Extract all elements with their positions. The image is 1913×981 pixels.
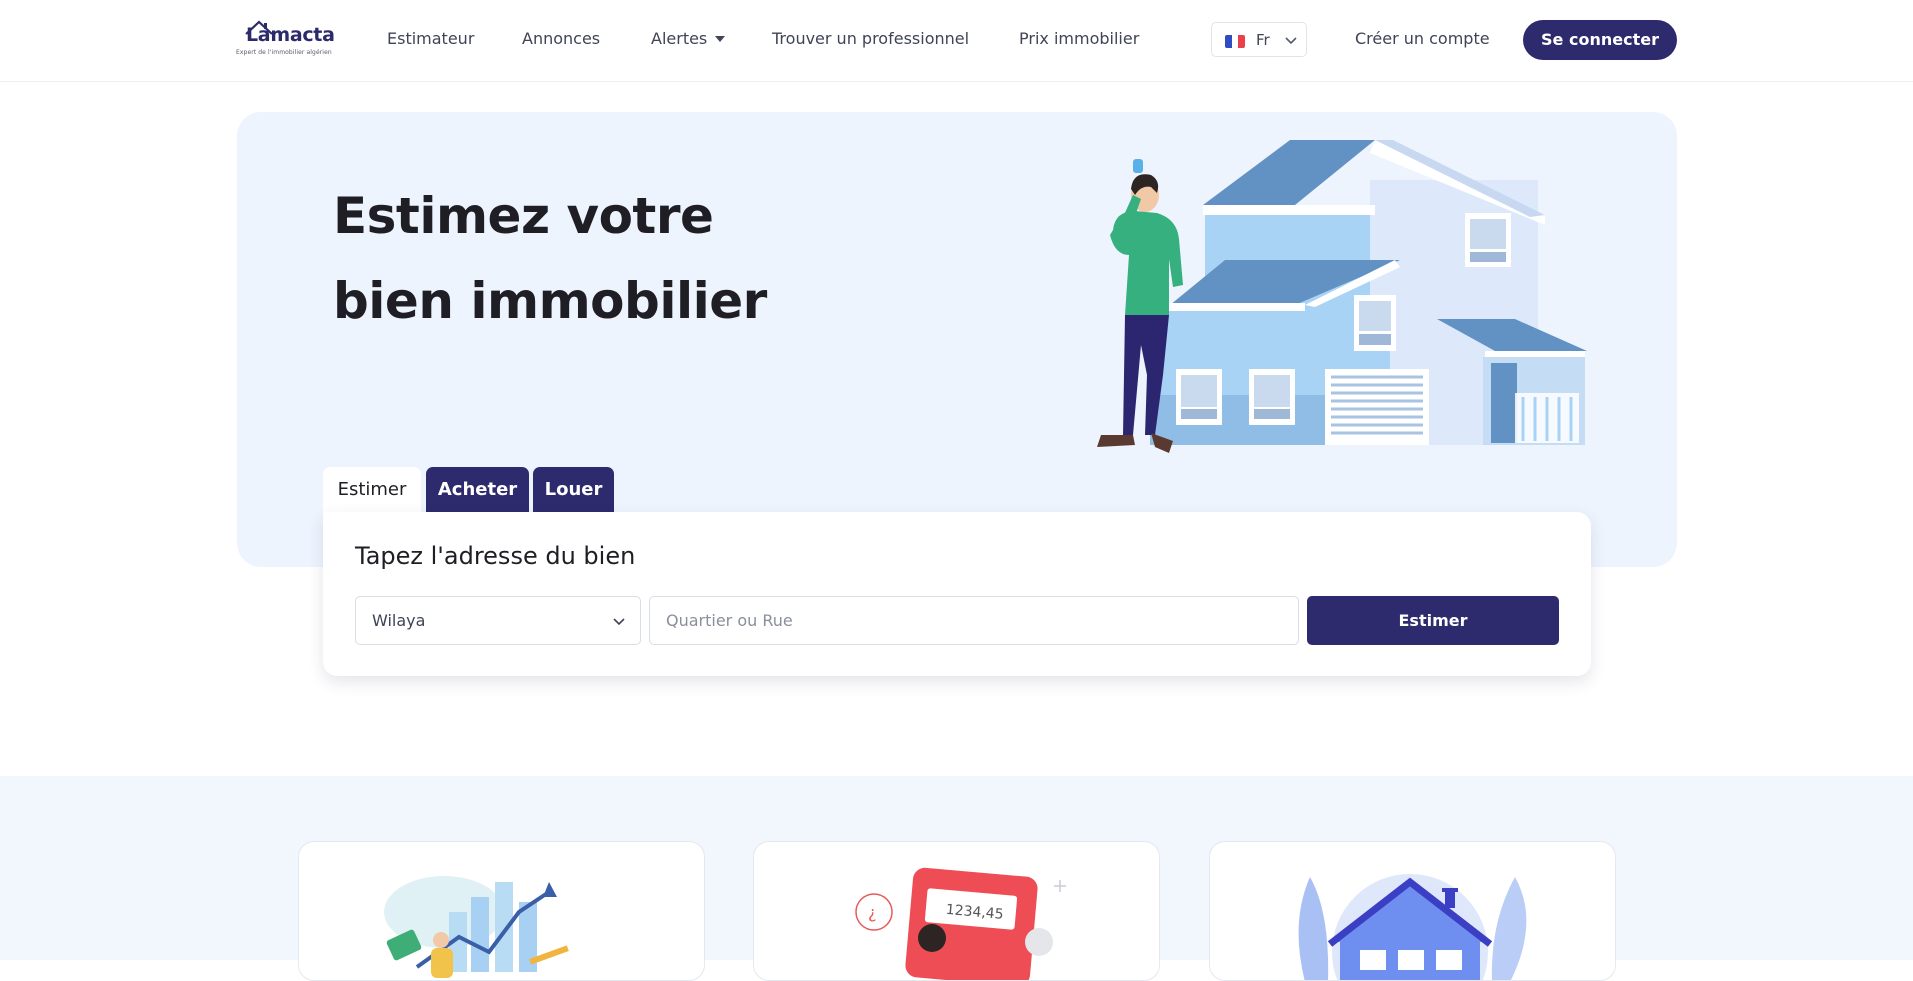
feature-card-market[interactable] <box>298 841 705 981</box>
market-growth-illustration <box>384 876 569 978</box>
tab-estimer[interactable]: Estimer <box>323 467 421 512</box>
calculator-illustration: ¿ 1234,45 <box>855 867 1066 980</box>
estimate-button[interactable]: Estimer <box>1307 596 1559 645</box>
logo-tagline: Expert de l'immobilier algérien <box>236 49 332 56</box>
chevron-down-icon <box>1285 37 1297 45</box>
nav-annonces[interactable]: Annonces <box>522 29 600 48</box>
logo[interactable]: Lamacta Expert de l'immobilier algérien <box>236 20 342 60</box>
feature-card-calculator[interactable]: ¿ 1234,45 <box>753 841 1160 981</box>
tab-louer[interactable]: Louer <box>533 467 614 512</box>
chevron-down-icon <box>613 618 625 626</box>
nav-prix-immobilier[interactable]: Prix immobilier <box>1019 29 1139 48</box>
language-label: Fr <box>1256 31 1270 49</box>
top-header: Lamacta Expert de l'immobilier algérien … <box>0 0 1913 82</box>
logo-wordmark: Lamacta <box>246 24 335 46</box>
search-card: Tapez l'adresse du bien Wilaya Estimer <box>323 512 1591 676</box>
tab-acheter[interactable]: Acheter <box>426 467 529 512</box>
login-button[interactable]: Se connecter <box>1523 20 1677 60</box>
search-card-title: Tapez l'adresse du bien <box>355 542 636 570</box>
nav-alertes[interactable]: Alertes <box>651 29 726 48</box>
hero-title-line-1: Estimez votre <box>333 187 714 245</box>
nav-trouver-professionnel[interactable]: Trouver un professionnel <box>772 29 969 48</box>
nav-estimateur[interactable]: Estimateur <box>387 29 474 48</box>
language-selector[interactable]: Fr <box>1211 22 1307 57</box>
french-flag-icon <box>1225 35 1245 48</box>
nav-alertes-label: Alertes <box>651 29 708 48</box>
feature-card-house[interactable] <box>1209 841 1616 981</box>
svg-text:¿: ¿ <box>868 903 877 922</box>
wilaya-select-value: Wilaya <box>372 611 426 630</box>
caret-down-icon <box>715 35 726 42</box>
house-with-man-illustration <box>1097 140 1587 453</box>
house-illustration <box>1298 874 1527 980</box>
create-account-link[interactable]: Créer un compte <box>1355 29 1490 48</box>
wilaya-select[interactable]: Wilaya <box>355 596 641 645</box>
hero-title-line-2: bien immobilier <box>333 272 767 330</box>
address-input[interactable] <box>649 596 1299 645</box>
hero-title: Estimez votre bien immobilier <box>333 174 767 344</box>
